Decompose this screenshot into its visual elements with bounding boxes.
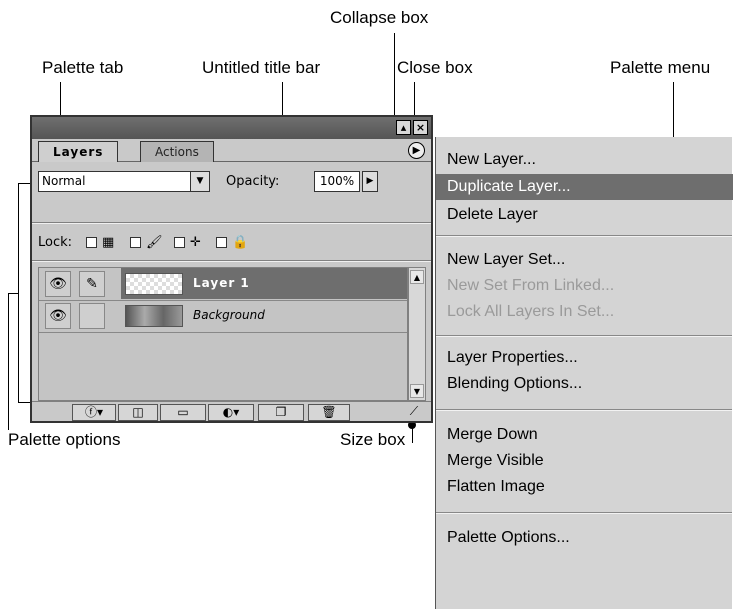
adjustment-layer-icon: ◐▾ [222, 405, 240, 419]
close-box-button[interactable]: × [413, 120, 428, 135]
divider [32, 222, 431, 224]
layer-thumbnail [125, 273, 183, 295]
lock-row: Lock: ▦ 🖌 ✛ 🔒 [38, 233, 425, 255]
palette-menu-button[interactable]: ▶ [408, 142, 425, 159]
lock-icon: 🔒 [232, 235, 249, 250]
new-layer-set-button[interactable]: ▭ [160, 404, 206, 421]
menu-item-new-layer-set[interactable]: New Layer Set... [447, 247, 717, 273]
palette-options-bracket [18, 183, 19, 403]
collapse-icon: ▴ [400, 121, 407, 134]
trash-icon: 🗑 [321, 405, 337, 419]
size-box[interactable]: ⟋ [404, 404, 424, 421]
eye-icon[interactable]: 👁 [45, 303, 71, 329]
scrollbar[interactable]: ▲ ▼ [408, 267, 426, 401]
layer-row-background[interactable]: 👁 Background [39, 300, 407, 333]
layer-row-layer-1[interactable]: 👁 ✎ Layer 1 [39, 268, 407, 301]
palette-options-tick [8, 293, 18, 294]
layer-name: Layer 1 [193, 276, 250, 290]
tab-actions[interactable]: Actions [140, 141, 214, 162]
size-box-callout: Size box [340, 430, 406, 449]
menu-separator [436, 335, 732, 337]
move-icon: ✛ [190, 235, 201, 250]
triangle-right-icon: ▶ [412, 145, 421, 156]
collapse-box-callout: Collapse box [330, 8, 429, 27]
divider [32, 260, 431, 262]
layer-name: Background [193, 308, 265, 322]
resize-grip-icon: ⟋ [409, 404, 419, 418]
eye-icon[interactable]: 👁 [45, 271, 71, 297]
lock-position-checkbox[interactable] [174, 237, 185, 248]
blend-mode-value: Normal [42, 174, 86, 188]
close-icon: × [415, 121, 426, 134]
lock-transparency-checkbox[interactable] [86, 237, 97, 248]
menu-separator [436, 409, 732, 411]
menu-separator [436, 512, 732, 514]
palette-tab-callout: Palette tab [42, 58, 124, 77]
add-mask-button[interactable]: ◫ [118, 404, 158, 421]
adjustment-layer-button[interactable]: ◐▾ [208, 404, 254, 421]
menu-item-new-set-from-linked: New Set From Linked... [447, 277, 615, 294]
menu-item-delete-layer[interactable]: Delete Layer [447, 202, 717, 228]
menu-item-merge-visible[interactable]: Merge Visible [447, 448, 717, 474]
menu-separator [436, 235, 732, 237]
title-bar[interactable]: ▴ × [32, 117, 431, 139]
layers-palette: ▴ × Layers Actions ▶ Normal ▼ Opacity: 1… [30, 115, 433, 423]
menu-item-duplicate-layer[interactable]: Duplicate Layer... [436, 174, 733, 200]
menu-item-flatten-image[interactable]: Flatten Image [447, 474, 717, 500]
menu-item-palette-options[interactable]: Palette Options... [447, 525, 717, 551]
opacity-slider-button[interactable]: ▶ [362, 171, 378, 192]
layer-area[interactable]: Background [121, 300, 407, 331]
menu-item-layer-properties[interactable]: Layer Properties... [447, 345, 717, 371]
empty-link-cell[interactable] [79, 303, 105, 329]
triangle-right-icon: ▶ [366, 176, 374, 186]
close-box-callout: Close box [397, 58, 473, 77]
opacity-label: Opacity: [226, 174, 280, 189]
delete-layer-button[interactable]: 🗑 [308, 404, 350, 421]
collapse-box-button[interactable]: ▴ [396, 120, 411, 135]
palette-bottom-bar: ⓕ▾ ◫ ▭ ◐▾ ❐ 🗑 ⟋ [32, 401, 431, 422]
layer-style-icon: ⓕ▾ [84, 405, 104, 419]
brush-icon[interactable]: ✎ [79, 271, 105, 297]
layer-thumbnail [125, 305, 183, 327]
blend-row: Normal ▼ Opacity: 100% ▶ [38, 169, 425, 195]
layer-selected-area[interactable]: Layer 1 [121, 268, 407, 299]
palette-menu-callout: Palette menu [610, 58, 711, 77]
palette-menu: New Layer... Duplicate Layer... Delete L… [435, 137, 733, 609]
blend-mode-select[interactable]: Normal ▼ [38, 171, 210, 192]
new-layer-icon: ❐ [275, 405, 287, 419]
title-bar-callout: Untitled title bar [202, 58, 321, 77]
add-mask-icon: ◫ [132, 405, 144, 419]
new-layer-button[interactable]: ❐ [258, 404, 304, 421]
lock-image-checkbox[interactable] [130, 237, 141, 248]
menu-item-merge-down[interactable]: Merge Down [447, 422, 717, 448]
lock-all-checkbox[interactable] [216, 237, 227, 248]
brush-icon: 🖌 [146, 235, 163, 250]
menu-item-blending-options[interactable]: Blending Options... [447, 371, 717, 397]
transparency-icon: ▦ [102, 235, 115, 250]
opacity-input[interactable]: 100% [314, 171, 360, 192]
scroll-down-icon[interactable]: ▼ [410, 384, 424, 398]
menu-item-new-layer[interactable]: New Layer... [447, 147, 717, 173]
tab-row: Layers Actions ▶ [32, 139, 431, 162]
palette-options-leader [8, 293, 9, 430]
scroll-up-icon[interactable]: ▲ [410, 270, 424, 284]
menu-item-lock-all-layers: Lock All Layers In Set... [447, 303, 615, 320]
chevron-down-icon[interactable]: ▼ [190, 172, 209, 191]
palette-options-callout: Palette options [8, 430, 121, 449]
collapse-box-leader [394, 33, 395, 123]
tab-layers[interactable]: Layers [38, 141, 119, 162]
layers-list: 👁 ✎ Layer 1 👁 Background [38, 267, 408, 401]
folder-icon: ▭ [177, 405, 189, 419]
layer-style-button[interactable]: ⓕ▾ [72, 404, 116, 421]
lock-label: Lock: [38, 235, 73, 250]
